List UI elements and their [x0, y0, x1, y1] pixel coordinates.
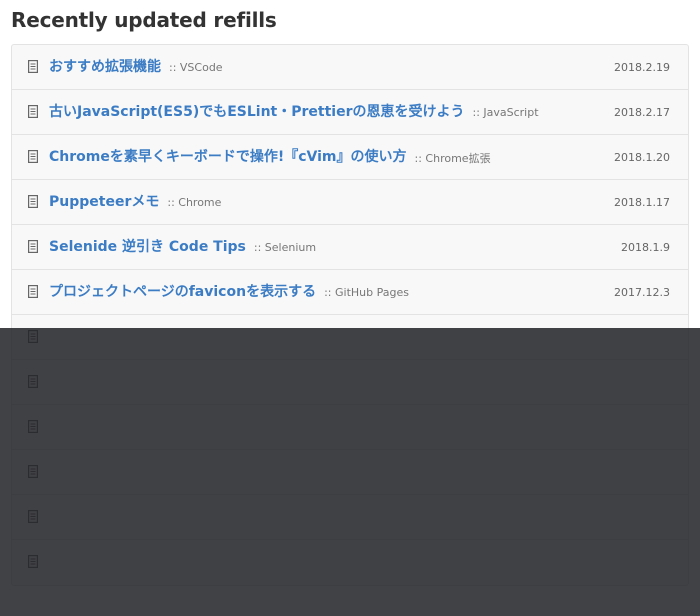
refill-category: :: Selenium	[253, 241, 317, 254]
dim-overlay[interactable]	[0, 328, 700, 616]
refill-row[interactable]: プロジェクトページのfaviconを表示する :: GitHub Pages 2…	[12, 270, 688, 315]
refill-category: :: VSCode	[169, 61, 223, 74]
document-icon	[28, 104, 38, 118]
document-icon	[28, 194, 38, 208]
refill-row[interactable]: 古いJavaScript(ES5)でもESLint・Prettierの恩恵を受け…	[12, 90, 688, 135]
refill-date: 2018.2.17	[614, 106, 670, 119]
refill-date: 2018.1.17	[614, 196, 670, 209]
refill-row[interactable]: Puppeteerメモ :: Chrome 2018.1.17	[12, 180, 688, 225]
refill-title-link[interactable]: おすすめ拡張機能	[49, 56, 161, 76]
document-icon	[28, 149, 38, 163]
refill-row[interactable]: Selenide 逆引き Code Tips :: Selenium 2018.…	[12, 225, 688, 270]
refill-date: 2018.2.19	[614, 61, 670, 74]
refill-category: :: Chrome	[167, 196, 222, 209]
document-icon	[28, 284, 38, 298]
refill-title-link[interactable]: Puppeteerメモ	[49, 191, 159, 211]
document-icon	[28, 239, 38, 253]
section-title: Recently updated refills	[11, 8, 277, 32]
refill-row[interactable]: おすすめ拡張機能 :: VSCode 2018.2.19	[12, 45, 688, 90]
refill-category: :: GitHub Pages	[324, 286, 409, 299]
refill-title-link[interactable]: Chromeを素早くキーボードで操作!『cVim』の使い方	[49, 146, 407, 166]
refill-row[interactable]: Chromeを素早くキーボードで操作!『cVim』の使い方 :: Chrome拡…	[12, 135, 688, 180]
document-icon	[28, 59, 38, 73]
refill-title-link[interactable]: プロジェクトページのfaviconを表示する	[49, 281, 316, 301]
refill-category: :: Chrome拡張	[414, 151, 491, 165]
refill-category: :: JavaScript	[472, 106, 539, 119]
refill-date: 2017.12.3	[614, 286, 670, 299]
refill-title-link[interactable]: 古いJavaScript(ES5)でもESLint・Prettierの恩恵を受け…	[49, 101, 464, 121]
refill-title-link[interactable]: Selenide 逆引き Code Tips	[49, 236, 246, 256]
refill-date: 2018.1.20	[614, 151, 670, 164]
refill-date: 2018.1.9	[621, 241, 670, 254]
